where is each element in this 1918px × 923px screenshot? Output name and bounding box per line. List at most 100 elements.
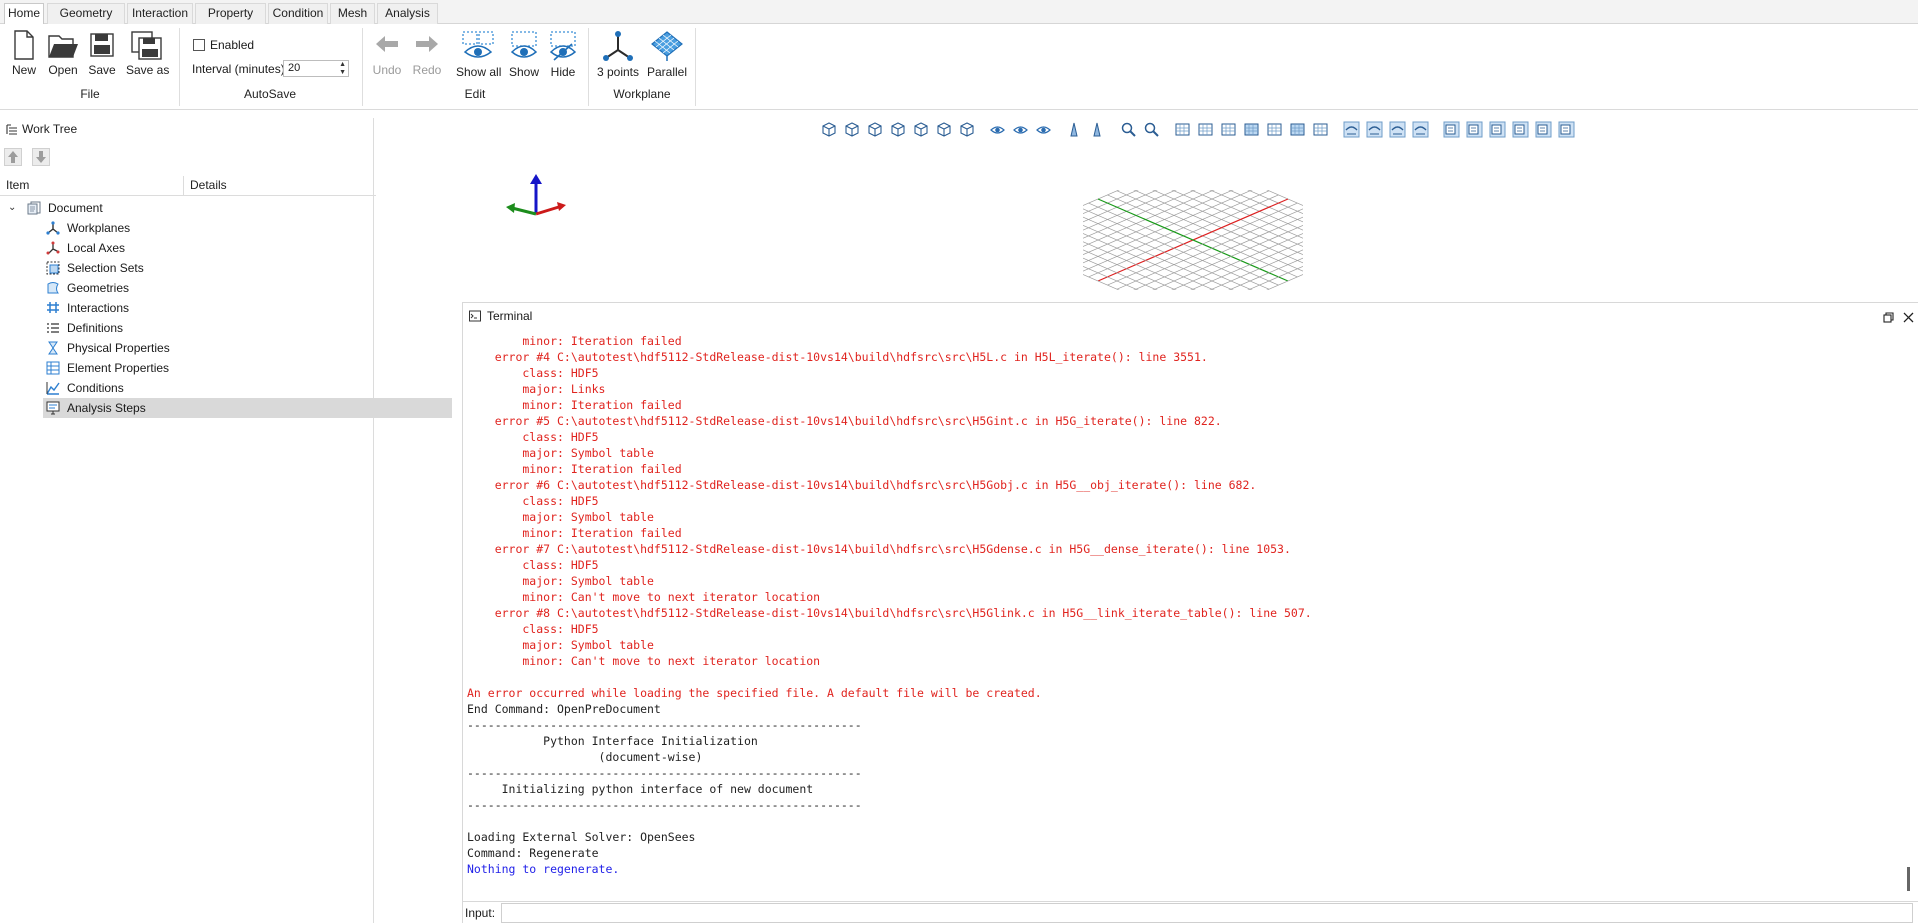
document-icon: [27, 201, 41, 215]
eye-icon[interactable]: [989, 121, 1006, 138]
grid-icon[interactable]: [1220, 121, 1237, 138]
screenshot-icon[interactable]: [1174, 121, 1191, 138]
terminal-line: class: HDF5: [467, 366, 599, 380]
show-all-button[interactable]: Show all: [456, 30, 501, 79]
file-group-label: File: [80, 87, 100, 101]
enabled-label: Enabled: [210, 38, 255, 52]
terminal-line: Python Interface Initialization: [467, 734, 758, 748]
eye-show-icon[interactable]: [1012, 121, 1029, 138]
scrollbar-thumb[interactable]: [1907, 867, 1910, 891]
terminal-output[interactable]: minor: Iteration failed error #4 C:\auto…: [467, 333, 1901, 900]
redo-arrow-icon: [416, 36, 438, 52]
view-mode-2-icon[interactable]: [1366, 121, 1383, 138]
terminal-line: Nothing to regenerate.: [467, 862, 620, 876]
group-divider: [179, 28, 180, 106]
undo-button[interactable]: Undo: [372, 30, 402, 77]
show-label: Show: [508, 65, 540, 79]
spin-down-icon[interactable]: ▼: [339, 69, 346, 76]
grid-active-icon[interactable]: [1243, 121, 1260, 138]
tree-row-definitions[interactable]: Definitions: [43, 318, 452, 338]
parallel-plane-icon: [651, 31, 683, 61]
pen-icon[interactable]: [1197, 121, 1214, 138]
mirror-icon[interactable]: [1066, 121, 1083, 138]
tree-row-element-properties[interactable]: Element Properties: [43, 358, 452, 378]
save-as-button[interactable]: Save as: [126, 30, 169, 77]
zoom-fit-icon[interactable]: [1120, 121, 1137, 138]
view-mode-3-icon[interactable]: [1389, 121, 1406, 138]
chevron-down-icon[interactable]: ⌄: [8, 198, 16, 218]
new-label: New: [11, 63, 36, 77]
spin-up-icon[interactable]: ▲: [339, 61, 346, 68]
eye-hide-icon[interactable]: [1035, 121, 1052, 138]
open-button[interactable]: Open: [46, 30, 80, 77]
tab-analysis[interactable]: Analysis: [377, 3, 438, 24]
tree-item-label: Geometries: [67, 281, 130, 295]
tree-row-analysis-steps[interactable]: Analysis Steps: [43, 398, 452, 418]
terminal-line: major: Links: [467, 382, 606, 396]
interval-spinbox[interactable]: 20 ▲ ▼: [283, 60, 349, 77]
terminal-scrollbar[interactable]: [1905, 333, 1913, 900]
render-mode-4-icon[interactable]: [1512, 121, 1529, 138]
view-mode-1-icon[interactable]: [1343, 121, 1360, 138]
group-divider: [695, 28, 696, 106]
render-mode-1-icon[interactable]: [1443, 121, 1460, 138]
tree-row-interactions[interactable]: Interactions: [43, 298, 452, 318]
3d-viewport[interactable]: [376, 118, 1918, 300]
tree-row-conditions[interactable]: Conditions: [43, 378, 452, 398]
tree-row-physical-properties[interactable]: Physical Properties: [43, 338, 452, 358]
command-input[interactable]: [501, 903, 1913, 923]
checkbox-box[interactable]: [193, 39, 205, 51]
tab-property[interactable]: Property: [195, 3, 266, 24]
render-mode-5-icon[interactable]: [1535, 121, 1552, 138]
render-mode-2-icon[interactable]: [1466, 121, 1483, 138]
terminal-line: class: HDF5: [467, 558, 599, 572]
render-mode-6-icon[interactable]: [1558, 121, 1575, 138]
terminal-line: class: HDF5: [467, 622, 599, 636]
axes-toggle-icon[interactable]: [1266, 121, 1283, 138]
bottom-view-icon[interactable]: [958, 121, 975, 138]
save-as-icon: [131, 31, 162, 60]
tab-geometry[interactable]: Geometry: [47, 3, 125, 24]
show-all-icon: [462, 31, 494, 58]
tab-interaction[interactable]: Interaction: [127, 3, 193, 24]
tree-item-label: Element Properties: [67, 361, 170, 375]
terminal-icon: [469, 310, 481, 322]
render-mode-3-icon[interactable]: [1489, 121, 1506, 138]
tab-home[interactable]: Home: [4, 3, 44, 25]
move-up-button[interactable]: [4, 148, 22, 166]
section-plane-icon[interactable]: [1089, 121, 1106, 138]
left-view-icon[interactable]: [889, 121, 906, 138]
terminal-line: error #6 C:\autotest\hdf5112-StdRelease-…: [467, 478, 1257, 492]
three-points-button[interactable]: 3 points: [596, 30, 640, 79]
save-button[interactable]: Save: [88, 30, 116, 77]
interval-value[interactable]: 20: [288, 62, 300, 74]
float-panel-icon[interactable]: [1883, 312, 1894, 323]
tab-condition[interactable]: Condition: [268, 3, 328, 24]
tree-item-label: Document: [48, 201, 103, 215]
view-mode-4-icon[interactable]: [1412, 121, 1429, 138]
front-view-icon[interactable]: [843, 121, 860, 138]
definition-list-icon: [47, 323, 59, 333]
parallel-button[interactable]: Parallel: [646, 30, 688, 79]
hide-button[interactable]: Hide: [548, 30, 578, 79]
back-view-icon[interactable]: [866, 121, 883, 138]
right-view-icon[interactable]: [912, 121, 929, 138]
top-view-icon[interactable]: [935, 121, 952, 138]
new-button[interactable]: New: [10, 30, 38, 77]
move-down-button[interactable]: [32, 148, 50, 166]
tab-mesh[interactable]: Mesh: [330, 3, 375, 24]
show-eye-icon: [510, 31, 538, 58]
iso-view-icon[interactable]: [820, 121, 837, 138]
select-box-icon[interactable]: [1289, 121, 1306, 138]
tree-item-label: Analysis Steps: [67, 401, 146, 415]
select-add-icon[interactable]: [1312, 121, 1329, 138]
physical-property-icon: [48, 341, 58, 355]
close-panel-icon[interactable]: [1903, 312, 1914, 323]
terminal-line: Command: Regenerate: [467, 846, 599, 860]
redo-button[interactable]: Redo: [412, 30, 442, 77]
terminal-line: minor: Iteration failed: [467, 398, 682, 412]
show-button[interactable]: Show: [508, 30, 540, 79]
terminal-line: (document-wise): [467, 750, 703, 764]
zoom-icon[interactable]: [1143, 121, 1160, 138]
column-header-item[interactable]: Item: [0, 176, 184, 196]
